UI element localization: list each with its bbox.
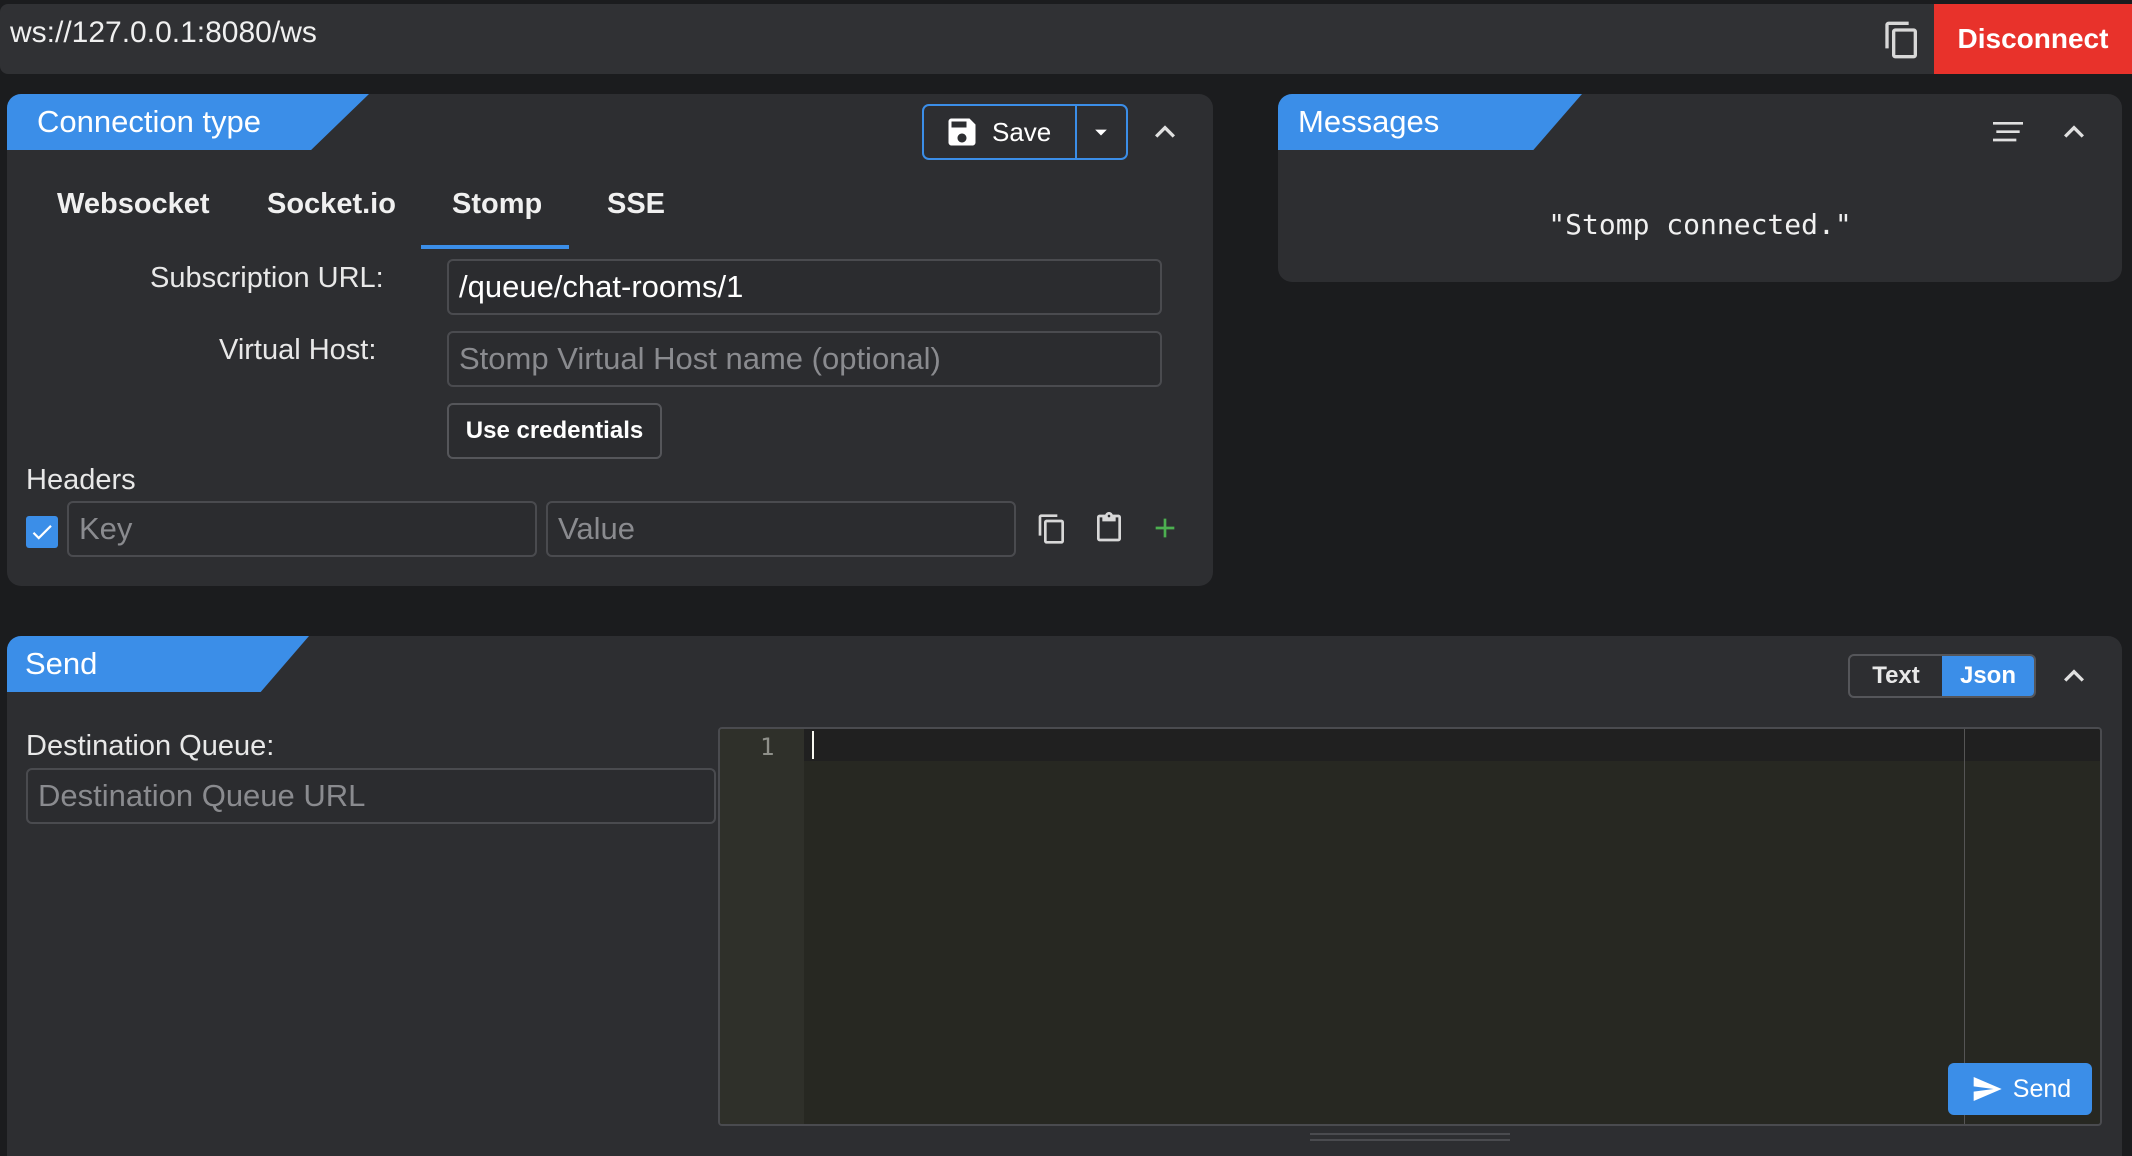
virtual-host-label: Virtual Host:	[219, 334, 377, 366]
collapse-messages-chevron-up-icon[interactable]	[2054, 112, 2094, 152]
copy-header-icon[interactable]	[1036, 513, 1068, 545]
resize-handle[interactable]	[1310, 1133, 1510, 1141]
line-number: 1	[760, 733, 775, 761]
destination-queue-label: Destination Queue:	[26, 730, 275, 762]
use-credentials-button[interactable]: Use credentials	[447, 403, 662, 459]
collapse-send-chevron-up-icon[interactable]	[2054, 656, 2094, 696]
subscription-url-label: Subscription URL:	[150, 262, 384, 294]
add-header-icon[interactable]	[1149, 512, 1181, 544]
text-cursor	[812, 731, 814, 759]
tab-stomp[interactable]: Stomp	[452, 188, 542, 221]
disconnect-button[interactable]: Disconnect	[1934, 4, 2132, 74]
active-line-highlight	[804, 729, 2100, 761]
save-button-group: Save	[922, 104, 1128, 160]
active-tab-indicator	[421, 245, 569, 249]
paste-header-icon[interactable]	[1093, 512, 1125, 544]
headers-label: Headers	[26, 464, 136, 496]
copy-url-icon[interactable]	[1882, 20, 1922, 60]
url-bar	[0, 4, 2132, 74]
send-panel-title: Send	[7, 636, 309, 692]
send-label: Send	[2012, 1074, 2072, 1103]
floppy-disk-icon	[944, 114, 980, 150]
tab-socketio[interactable]: Socket.io	[267, 188, 396, 221]
message-editor[interactable]: 1	[718, 727, 2102, 1126]
format-json-option[interactable]: Json	[1942, 656, 2034, 696]
format-text-option[interactable]: Text	[1850, 656, 1942, 696]
send-button[interactable]: Send	[1948, 1063, 2092, 1115]
tab-websocket[interactable]: Websocket	[57, 188, 210, 221]
save-options-button[interactable]	[1077, 106, 1126, 158]
format-toggle: Text Json	[1848, 654, 2036, 698]
header-value-input[interactable]: Value	[546, 501, 1016, 557]
send-arrow-icon	[1969, 1073, 2005, 1105]
editor-gutter	[720, 729, 804, 1124]
subscription-url-input[interactable]: /queue/chat-rooms/1	[447, 259, 1162, 315]
virtual-host-input[interactable]: Stomp Virtual Host name (optional)	[447, 331, 1162, 387]
messages-panel-title: Messages	[1278, 94, 1582, 150]
filter-lines-icon[interactable]	[1988, 112, 2028, 152]
connection-panel-title: Connection type	[7, 94, 369, 150]
message-item: "Stomp connected."	[1548, 208, 1852, 241]
header-key-input[interactable]: Key	[67, 501, 537, 557]
tab-sse[interactable]: SSE	[607, 188, 665, 221]
header-enabled-checkbox[interactable]	[26, 516, 58, 548]
websocket-url-input[interactable]: ws://127.0.0.1:8080/ws	[10, 16, 317, 50]
save-button[interactable]: Save	[924, 106, 1077, 158]
destination-queue-input[interactable]: Destination Queue URL	[26, 768, 716, 824]
caret-down-icon	[1087, 118, 1115, 146]
collapse-connection-chevron-up-icon[interactable]	[1145, 112, 1185, 152]
save-label: Save	[992, 116, 1052, 147]
checkmark-icon	[29, 519, 55, 545]
